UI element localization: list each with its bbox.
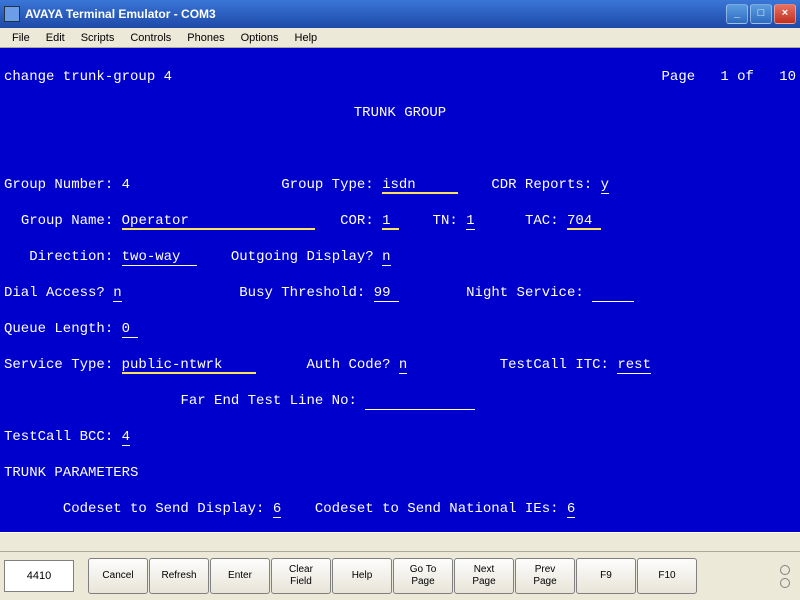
field-outgoing-display[interactable]: n: [382, 248, 390, 266]
section-trunk-params: TRUNK PARAMETERS: [4, 464, 138, 482]
field-group-number[interactable]: 4: [122, 176, 130, 194]
page-num: 1: [720, 68, 728, 86]
label-group-number: Group Number:: [4, 176, 113, 194]
field-testcall-itc[interactable]: rest: [617, 356, 651, 374]
field-cor[interactable]: 1: [382, 212, 390, 230]
field-auth-code[interactable]: n: [399, 356, 407, 374]
btn-enter[interactable]: Enter: [210, 558, 270, 594]
field-night-service[interactable]: [592, 284, 634, 302]
field-busy-threshold[interactable]: 99: [374, 284, 391, 302]
window-title: AVAYA Terminal Emulator - COM3: [25, 7, 726, 21]
btn-help[interactable]: Help: [332, 558, 392, 594]
field-cdr-reports[interactable]: y: [601, 176, 609, 194]
btn-f10[interactable]: F10: [637, 558, 697, 594]
field-dial-access[interactable]: n: [113, 284, 121, 302]
button-bar: 4410 Cancel Refresh Enter ClearField Hel…: [0, 552, 800, 600]
btn-goto-page[interactable]: Go ToPage: [393, 558, 453, 594]
btn-prev-page[interactable]: PrevPage: [515, 558, 575, 594]
field-tac[interactable]: 704: [567, 212, 592, 230]
terminal-type: 4410: [4, 560, 74, 592]
menu-phones[interactable]: Phones: [179, 30, 232, 46]
menu-edit[interactable]: Edit: [38, 30, 73, 46]
field-codeset-display[interactable]: 6: [273, 500, 281, 518]
window-titlebar: AVAYA Terminal Emulator - COM3 _ □ ×: [0, 0, 800, 28]
field-group-name[interactable]: Operator: [122, 212, 189, 230]
page-total: 10: [779, 68, 796, 86]
field-queue-length[interactable]: 0: [122, 320, 130, 338]
app-icon: [4, 6, 20, 22]
field-tn[interactable]: 1: [466, 212, 474, 230]
close-button[interactable]: ×: [774, 4, 796, 24]
screen-heading: TRUNK GROUP: [4, 104, 796, 122]
menu-file[interactable]: File: [4, 30, 38, 46]
btn-refresh[interactable]: Refresh: [149, 558, 209, 594]
field-far-end-test[interactable]: [365, 392, 474, 410]
field-direction[interactable]: two-way: [122, 248, 181, 266]
field-codeset-national[interactable]: 6: [567, 500, 575, 518]
minimize-button[interactable]: _: [726, 4, 748, 24]
status-dots: [780, 565, 796, 588]
field-testcall-bcc[interactable]: 4: [122, 428, 130, 446]
btn-cancel[interactable]: Cancel: [88, 558, 148, 594]
btn-f9[interactable]: F9: [576, 558, 636, 594]
page-label: Page: [662, 68, 696, 86]
menu-options[interactable]: Options: [233, 30, 287, 46]
menu-scripts[interactable]: Scripts: [73, 30, 123, 46]
menu-help[interactable]: Help: [287, 30, 326, 46]
menu-controls[interactable]: Controls: [122, 30, 179, 46]
maximize-button[interactable]: □: [750, 4, 772, 24]
command-line: change trunk-group 4: [4, 68, 172, 86]
btn-next-page[interactable]: NextPage: [454, 558, 514, 594]
statusbar: [0, 532, 800, 552]
field-service-type[interactable]: public-ntwrk: [122, 356, 223, 374]
btn-clear-field[interactable]: ClearField: [271, 558, 331, 594]
terminal-screen[interactable]: change trunk-group 4Page 1 of 10 TRUNK G…: [0, 48, 800, 532]
status-dot: [780, 565, 790, 575]
field-group-type[interactable]: isdn: [382, 176, 416, 194]
status-dot: [780, 578, 790, 588]
menubar: File Edit Scripts Controls Phones Option…: [0, 28, 800, 48]
